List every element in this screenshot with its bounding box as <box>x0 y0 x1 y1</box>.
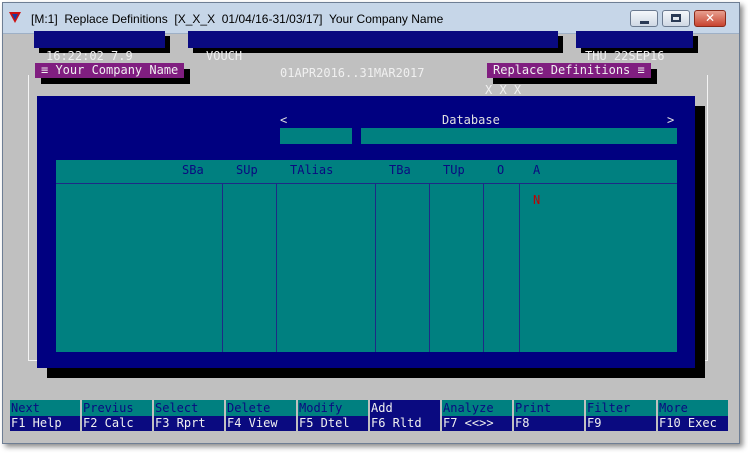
database-field-long[interactable] <box>361 128 677 144</box>
company-name-tag[interactable]: ≡ Your Company Name <box>35 63 185 78</box>
window-title: [M:1] Replace Definitions [X_X_X 01/04/1… <box>31 12 444 26</box>
scroll-left-arrow[interactable]: < <box>280 113 287 127</box>
column-divider <box>519 184 520 352</box>
column-divider <box>375 184 376 352</box>
fkey-action-label: Analyze <box>442 400 512 416</box>
fkey-select[interactable]: Select F3 Rprt <box>154 400 224 431</box>
scroll-right-arrow[interactable]: > <box>667 113 674 127</box>
voucher-period-box: VOUCH 01APR2016..31MAR2017 X_X_X <box>188 31 558 97</box>
fkey-shortcut-label: F1 Help <box>10 416 80 431</box>
maximize-icon <box>671 14 681 22</box>
fkey-add[interactable]: Add F6 Rltd <box>370 400 440 431</box>
fkey-action-label: Filter <box>586 400 656 416</box>
close-button[interactable]: ✕ <box>694 10 726 27</box>
column-header-o[interactable]: O <box>497 163 504 177</box>
fkey-shortcut-label: F8 <box>514 416 584 431</box>
fkey-shortcut-label: F10 Exec <box>658 416 728 431</box>
fkey-shortcut-label: F3 Rprt <box>154 416 224 431</box>
main-panel: < Database > SBa SUp TAlias TBa TUp O A … <box>37 96 695 368</box>
fkey-shortcut-label: F5 Dtel <box>298 416 368 431</box>
close-icon: ✕ <box>704 11 716 25</box>
fkey-analyze[interactable]: Analyze F7 <<>> <box>442 400 512 431</box>
database-label: Database <box>442 113 500 127</box>
fkey-action-label: Print <box>514 400 584 416</box>
column-divider <box>222 184 223 352</box>
column-header-talias[interactable]: TAlias <box>290 163 333 177</box>
column-divider <box>276 184 277 352</box>
fkey-shortcut-label: F2 Calc <box>82 416 152 431</box>
vouch-text: VOUCH <box>206 49 243 63</box>
maximize-button[interactable] <box>662 10 690 27</box>
column-divider <box>483 184 484 352</box>
fkey-delete[interactable]: Delete F4 View <box>226 400 296 431</box>
fkey-shortcut-label: F4 View <box>226 416 296 431</box>
fkey-previus[interactable]: Previus F2 Calc <box>82 400 152 431</box>
fkey-shortcut-label: F6 Rltd <box>370 416 440 431</box>
time-version-box: 16:22:02 7.9 <box>34 31 165 63</box>
fkey-shortcut-label: F7 <<>> <box>442 416 512 431</box>
header-divider <box>56 183 677 184</box>
fkey-next[interactable]: Next F1 Help <box>10 400 80 431</box>
title-bar[interactable]: [M:1] Replace Definitions [X_X_X 01/04/1… <box>3 3 739 34</box>
date-box: THU 22SEP16 <box>576 31 693 63</box>
fkey-filter[interactable]: Filter F9 <box>586 400 656 431</box>
screen-name-tag[interactable]: Replace Definitions ≡ <box>487 63 651 78</box>
database-field-short[interactable] <box>280 128 352 144</box>
fkey-action-label: Next <box>10 400 80 416</box>
fkey-action-label: Select <box>154 400 224 416</box>
fkey-action-label: Previus <box>82 400 152 416</box>
column-divider <box>429 184 430 352</box>
fkey-action-label: More <box>658 400 728 416</box>
fkey-shortcut-label: F9 <box>586 416 656 431</box>
column-header-sba[interactable]: SBa <box>182 163 204 177</box>
column-header-a[interactable]: A <box>533 163 540 177</box>
column-header-tba[interactable]: TBa <box>389 163 411 177</box>
fkey-action-label: Modify <box>298 400 368 416</box>
minimize-icon <box>640 21 649 24</box>
app-logo-icon[interactable] <box>9 12 21 23</box>
column-header-tup[interactable]: TUp <box>443 163 465 177</box>
definitions-table: SBa SUp TAlias TBa TUp O A N <box>56 160 677 352</box>
column-header-sup[interactable]: SUp <box>236 163 258 177</box>
application-window: [M:1] Replace Definitions [X_X_X 01/04/1… <box>2 2 740 444</box>
fkey-action-label: Delete <box>226 400 296 416</box>
fkey-modify[interactable]: Modify F5 Dtel <box>298 400 368 431</box>
fkey-print[interactable]: Print F8 <box>514 400 584 431</box>
fkey-more[interactable]: More F10 Exec <box>658 400 728 431</box>
table-cell-a[interactable]: N <box>533 193 540 207</box>
minimize-button[interactable] <box>630 10 658 27</box>
fkey-action-label: Add <box>370 400 440 416</box>
